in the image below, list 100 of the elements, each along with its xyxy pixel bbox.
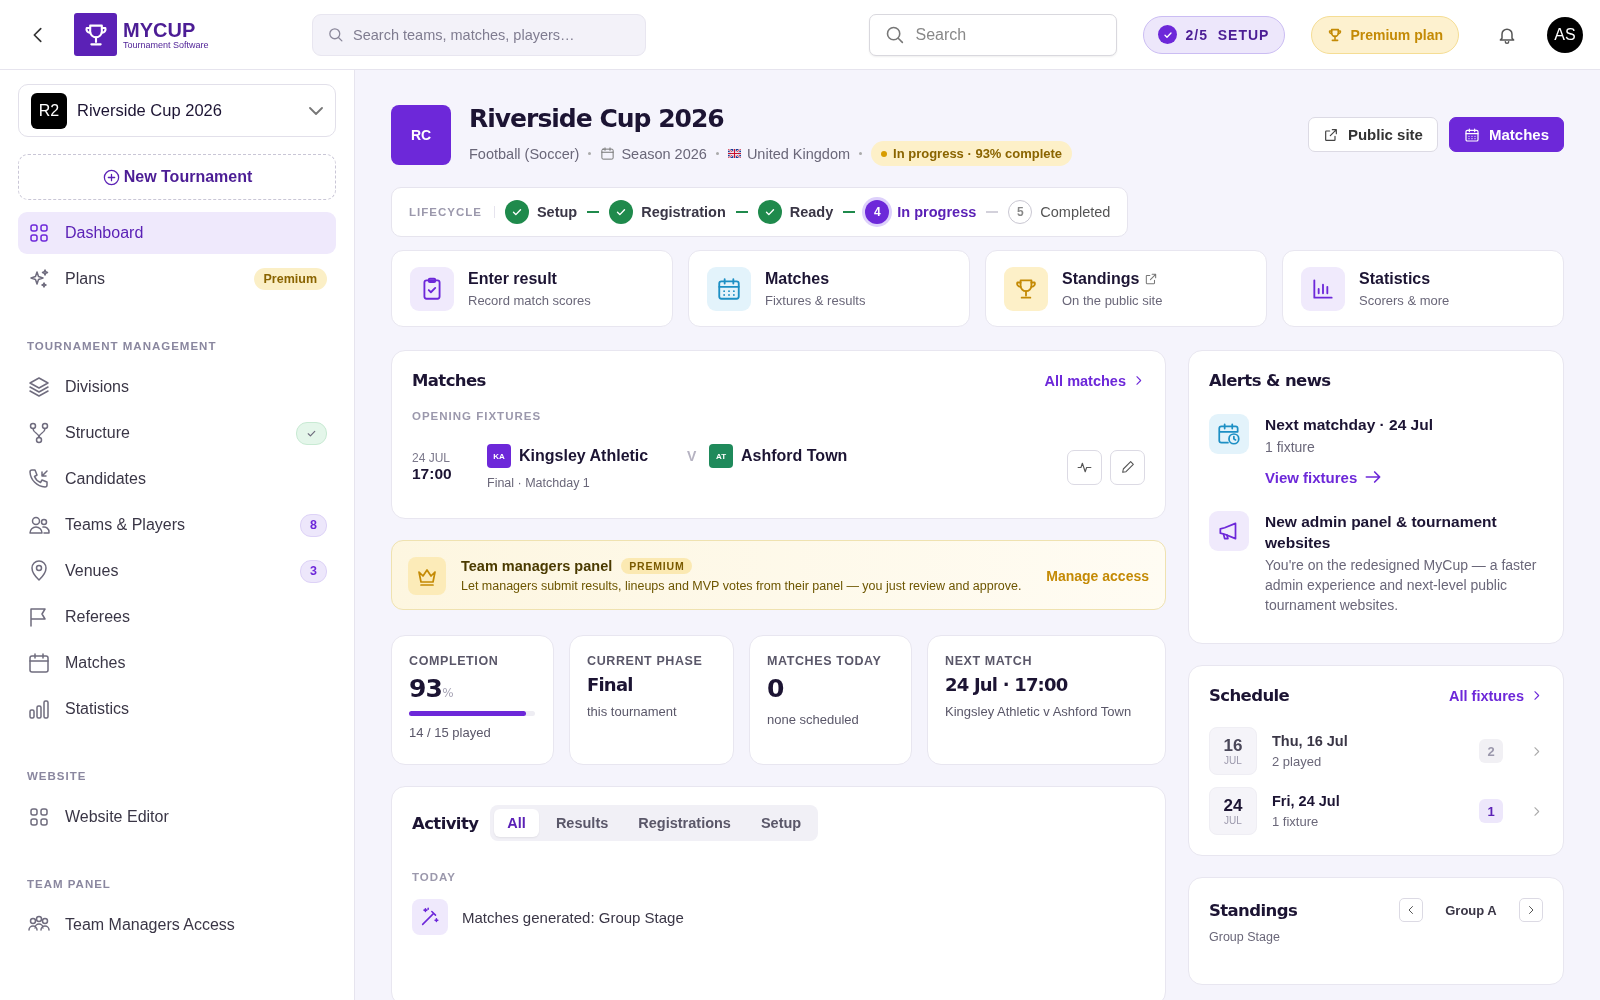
sidebar-item[interactable]: Website Editor	[18, 796, 336, 838]
search-field[interactable]: Search teams, matches, players…	[312, 13, 646, 56]
sidebar-item[interactable]: Dashboard	[18, 212, 336, 254]
calendar-icon	[1463, 126, 1480, 143]
date-tile: 24 JUL	[1209, 787, 1257, 835]
section-heading: TOURNAMENT MANAGEMENT	[27, 340, 218, 352]
group-name: Group A	[1444, 902, 1498, 918]
flag-icon	[727, 149, 741, 158]
fixture-date: 24 JUL	[412, 451, 451, 465]
filter-tab[interactable]: Setup	[747, 809, 815, 837]
calendar-icon	[27, 651, 51, 675]
meta-text: United Kingdom	[746, 145, 851, 162]
external-link-icon	[1144, 271, 1159, 286]
team-name: Ashford Town	[741, 447, 848, 465]
section-heading: OPENING FIXTURES	[412, 410, 543, 422]
card-title: Matches	[412, 371, 486, 390]
day-title: Thu, 16 Jul	[1272, 733, 1348, 749]
all-matches-link[interactable]: All matches	[1044, 372, 1145, 389]
grid-icon	[27, 805, 51, 829]
card-title: Schedule	[1209, 686, 1290, 705]
live-button[interactable]	[1067, 449, 1102, 485]
grid-icon	[27, 221, 51, 245]
step-label: Registration	[641, 204, 726, 220]
search-input[interactable]: Search teams, matches, players…	[353, 14, 631, 55]
activity-text: Matches generated: Group Stage	[462, 908, 684, 926]
step-number: 4	[865, 200, 890, 224]
sidebar-item[interactable]: Structure	[18, 412, 336, 454]
new-tournament-button[interactable]: New Tournament	[18, 154, 336, 200]
step-label: Ready	[789, 204, 834, 220]
step-label: Completed	[1040, 204, 1111, 220]
stat-value: Final	[587, 674, 634, 695]
alert-title: Next matchday · 24 Jul	[1265, 415, 1433, 435]
step-label: In progress	[897, 204, 977, 220]
calendar-clock-icon	[1216, 421, 1242, 447]
logo-title: MYCUP	[123, 19, 197, 40]
sidebar-item[interactable]: Divisions	[18, 366, 336, 408]
tournament-title: Riverside Cup 2026	[469, 104, 725, 133]
day-subtext: 1 fixture	[1272, 814, 1320, 829]
stat-label: CURRENT PHASE	[587, 654, 704, 668]
stat-value: 0	[767, 674, 785, 703]
match-count: 2	[1479, 739, 1503, 763]
search-input[interactable]: Search	[915, 14, 1103, 55]
previous-group-button[interactable]	[1399, 898, 1423, 922]
stat-subtext: 14 / 15 played	[409, 725, 492, 740]
section-heading: TEAM PANEL	[27, 878, 112, 890]
sidebar-item[interactable]: Candidates	[18, 458, 336, 500]
card-title: Activity	[412, 813, 479, 833]
next-group-button[interactable]	[1519, 898, 1543, 922]
sidebar-item[interactable]: Plans Premium	[18, 258, 336, 300]
stat-subtext: this tournament	[587, 704, 678, 719]
fixture-meta: Final · Matchday 1	[487, 476, 591, 490]
user-avatar[interactable]: AS	[1547, 16, 1583, 53]
banner-text: Let managers submit results, lineups and MVP votes from their panel — you just review and approve.	[461, 577, 1022, 595]
stat-label: COMPLETION	[409, 654, 500, 668]
setup-progress-button[interactable]: 2/5 SETUP	[1143, 15, 1286, 54]
quick-action-card[interactable]: Statistics Scorers & more	[1282, 250, 1564, 327]
sidebar-item[interactable]: Venues 3	[18, 550, 336, 592]
bar-chart-icon	[27, 697, 51, 721]
meta-text: Football (Soccer)	[469, 145, 580, 162]
sidebar-item[interactable]: Teams & Players 8	[18, 504, 336, 546]
magic-wand-icon	[419, 906, 441, 928]
matches-button[interactable]: Matches	[1448, 117, 1564, 152]
sidebar-item[interactable]: Team Managers Access	[18, 904, 336, 946]
calendar-icon	[600, 146, 616, 161]
plus-circle-icon	[101, 167, 121, 187]
edit-button[interactable]	[1110, 449, 1145, 485]
stat-label: NEXT MATCH	[945, 654, 1033, 668]
quick-action-card[interactable]: Matches Fixtures & results	[688, 250, 970, 327]
step-label: Setup	[536, 204, 578, 220]
alert-text: You're on the redesigned MyCup — a faster admin experience and next-level public tournament websites.	[1265, 556, 1538, 615]
quick-action-card[interactable]: Standings On the public site	[985, 250, 1267, 327]
search-field[interactable]: Search	[869, 13, 1118, 56]
match-count: 1	[1479, 799, 1503, 823]
view-fixtures-link[interactable]: View fixtures	[1265, 467, 1384, 487]
sidebar-item[interactable]: Matches	[18, 642, 336, 684]
filter-tab[interactable]: Registrations	[625, 809, 744, 837]
stat-subtext: none scheduled	[767, 712, 860, 727]
phone-icon	[27, 467, 51, 491]
stat-value: 93%	[409, 674, 454, 703]
tournament-selector[interactable]: R2 Riverside Cup 2026	[18, 84, 336, 137]
sparkles-icon	[27, 267, 51, 291]
stat-subtext: Kingsley Athletic v Ashford Town	[945, 704, 1133, 719]
trophy-icon	[1327, 26, 1344, 43]
date-tile: 16 JUL	[1209, 727, 1257, 775]
layers-icon	[27, 375, 51, 399]
tournament-badge: RC	[391, 105, 451, 165]
filter-tab[interactable]: Results	[542, 809, 622, 837]
filter-tab[interactable]: All	[494, 809, 539, 837]
logo-subtitle: Tournament Software	[123, 39, 209, 50]
standings-subtitle: Group Stage	[1209, 930, 1281, 944]
chevron-down-icon	[309, 106, 323, 115]
quick-action-card[interactable]: Enter result Record match scores	[391, 250, 673, 327]
sidebar-item[interactable]: Referees	[18, 596, 336, 638]
day-subtext: 2 played	[1272, 754, 1323, 769]
lifecycle-label: LIFECYCLE	[409, 206, 495, 218]
all-fixtures-link[interactable]: All fixtures	[1449, 687, 1543, 704]
public-site-button[interactable]: Public site	[1307, 117, 1438, 152]
status-badge: In progress · 93% complete	[871, 141, 1073, 166]
fixture-time: 17:00	[412, 465, 452, 483]
sidebar-item[interactable]: Statistics	[18, 688, 336, 730]
